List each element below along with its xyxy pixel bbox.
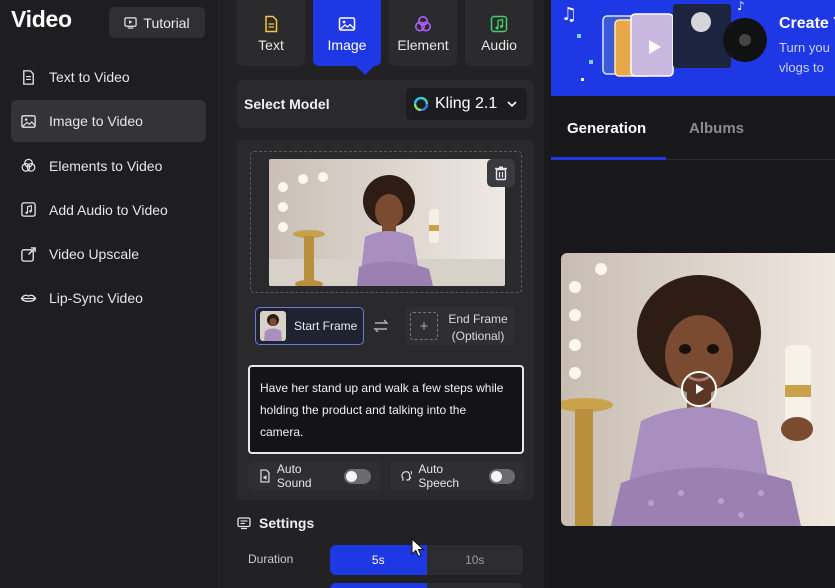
model-selected-value: Kling 2.1 [435, 95, 498, 112]
active-tab-pointer [356, 66, 374, 75]
chevron-down-icon [507, 101, 517, 108]
swap-frames-icon[interactable] [372, 317, 390, 335]
sidebar-item-label: Text to Video [49, 69, 130, 85]
prompt-textarea[interactable]: Have her stand up and walk a few steps w… [248, 365, 524, 454]
sidebar-item-label: Lip-Sync Video [49, 290, 143, 307]
auto-sound-switch[interactable] [344, 468, 371, 484]
music-icon [490, 15, 508, 32]
sidebar-item-add-audio[interactable]: Add Audio to Video [11, 189, 206, 231]
auto-speech-label: Auto Speech [418, 462, 460, 490]
auto-toggles-row: Auto Sound Auto Speech [248, 462, 524, 490]
tab-label: Element [397, 36, 449, 53]
auto-sound-label: Auto Sound [276, 462, 312, 490]
tutorial-button[interactable]: Tutorial [109, 7, 205, 38]
mouse-cursor-icon [411, 538, 425, 558]
generated-video-card[interactable] [561, 253, 835, 526]
sidebar-item-label: Add Audio to Video [49, 201, 168, 218]
element-icon [415, 15, 431, 31]
start-frame-button[interactable]: Start Frame [255, 307, 364, 345]
svg-text:♫: ♫ [561, 4, 577, 25]
tab-label: Text [258, 36, 284, 53]
sidebar: Video Tutorial Text to Video Image to Vi… [0, 0, 218, 588]
add-audio-icon [21, 202, 36, 218]
active-tab-underline [551, 157, 666, 160]
upscale-icon [21, 246, 36, 262]
frame-selector-row: Start Frame + End Frame (Optional) [250, 304, 522, 348]
uploaded-image-preview [269, 159, 505, 286]
settings-title: Settings [259, 515, 315, 531]
duration-option-10s[interactable]: 10s [427, 545, 524, 575]
start-frame-label: Start Frame [294, 319, 358, 333]
tab-audio[interactable]: Audio [465, 0, 533, 66]
next-setting-control[interactable] [330, 583, 523, 588]
image-icon [21, 114, 36, 128]
frame-card: Start Frame + End Frame (Optional) Have … [237, 140, 534, 500]
tab-albums[interactable]: Albums [689, 120, 744, 137]
promo-banner[interactable]: ♫ ♪ Create Y Turn you vlogs to [551, 0, 835, 96]
tab-element[interactable]: Element [389, 0, 457, 66]
tutorial-label: Tutorial [143, 14, 190, 31]
start-frame-image [260, 311, 286, 341]
tab-text[interactable]: Text [237, 0, 305, 66]
results-tabs: Generation Albums [551, 96, 835, 160]
model-selector-row: Select Model Kling 2.1 [237, 80, 534, 128]
model-label: Select Model [244, 96, 330, 112]
uploaded-image [269, 159, 505, 286]
sidebar-item-label: Image to Video [49, 113, 143, 130]
end-frame-label-line1: End Frame [448, 312, 508, 326]
play-video-button[interactable] [681, 371, 717, 407]
settings-section-title: Settings [237, 515, 314, 531]
sidebar-item-image-to-video[interactable]: Image to Video [11, 100, 206, 143]
brand-title: Video [11, 6, 72, 32]
text-file-icon [265, 15, 278, 32]
tab-generation[interactable]: Generation [567, 120, 646, 137]
start-frame-thumbnail [260, 311, 286, 341]
plus-icon: + [410, 312, 438, 340]
results-panel: ♫ ♪ Create Y Turn you vlogs to Generatio… [551, 0, 835, 588]
play-icon [696, 384, 704, 394]
banner-subtitle-line1: Turn you [779, 40, 830, 55]
banner-subtitle: Turn you vlogs to [779, 38, 830, 78]
tab-label: Audio [481, 36, 517, 53]
speech-head-icon [401, 470, 413, 481]
tab-image[interactable]: Image [313, 0, 381, 66]
banner-illustration: ♫ ♪ [561, 0, 767, 81]
duration-segmented-control: 5s 10s [330, 545, 523, 575]
image-icon [338, 16, 356, 31]
generation-panel: Text Image Element Audio Select Model Kl… [218, 0, 544, 588]
sidebar-item-lip-sync[interactable]: Lip-Sync Video [11, 277, 206, 319]
sidebar-item-label: Elements to Video [49, 157, 163, 174]
auto-speech-toggle[interactable]: Auto Speech [390, 462, 524, 490]
tab-label: Image [327, 36, 367, 53]
trash-icon [495, 166, 507, 181]
svg-text:♪: ♪ [737, 0, 745, 13]
sidebar-item-text-to-video[interactable]: Text to Video [11, 56, 206, 98]
auto-sound-toggle[interactable]: Auto Sound [248, 462, 380, 490]
document-icon [23, 69, 34, 85]
sidebar-item-label: Video Upscale [49, 246, 140, 263]
delete-image-button[interactable] [487, 159, 515, 187]
image-upload-zone[interactable] [250, 151, 522, 293]
sound-file-icon [260, 469, 270, 483]
panel-divider [544, 0, 551, 588]
banner-title: Create Y [779, 15, 835, 32]
model-dropdown[interactable]: Kling 2.1 [406, 88, 527, 120]
mode-tabs: Text Image Element Audio [237, 0, 533, 75]
end-frame-label-line2: (Optional) [451, 329, 505, 343]
banner-subtitle-line2: vlogs to [779, 60, 824, 75]
end-frame-button[interactable]: + End Frame (Optional) [405, 307, 515, 345]
lips-icon [20, 294, 37, 302]
end-frame-label: End Frame (Optional) [445, 311, 511, 345]
duration-label: Duration [248, 552, 294, 566]
sidebar-item-elements-to-video[interactable]: Elements to Video [11, 145, 206, 187]
kling-logo-icon [414, 97, 428, 111]
elements-icon [21, 158, 36, 172]
sidebar-nav: Text to Video Image to Video Elements to… [11, 56, 206, 322]
tutorial-play-icon [124, 17, 138, 29]
settings-icon [237, 517, 251, 530]
sidebar-item-video-upscale[interactable]: Video Upscale [11, 233, 206, 275]
auto-speech-switch[interactable] [489, 468, 515, 484]
